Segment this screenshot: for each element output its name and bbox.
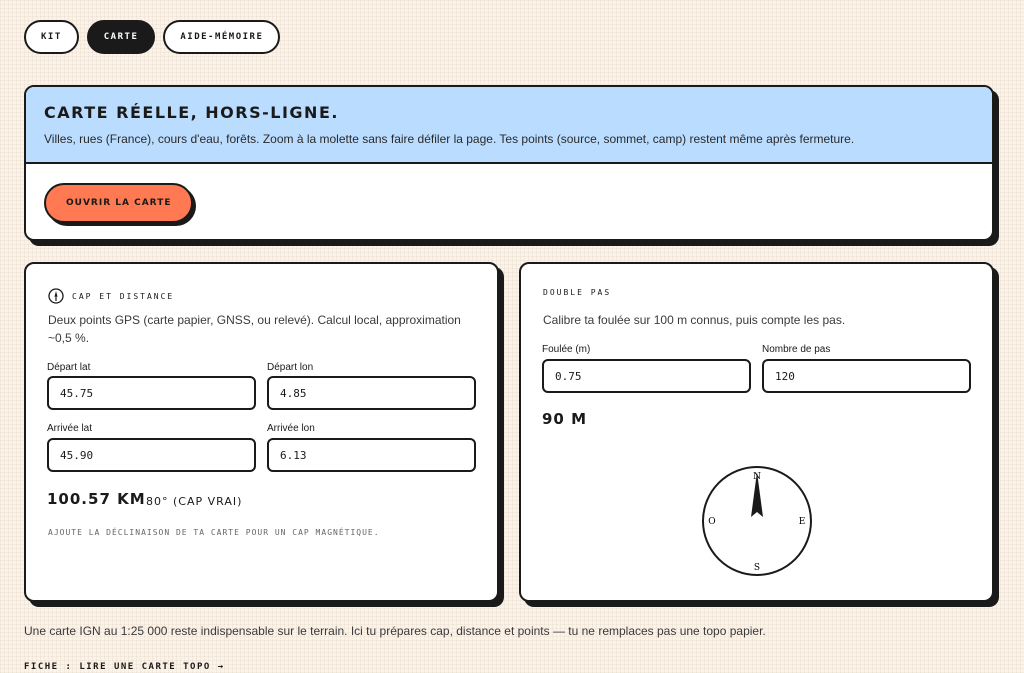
- pace-section-header: Double pas: [543, 288, 611, 297]
- start-lon-input[interactable]: 4.85: [267, 376, 476, 410]
- steps-input[interactable]: 120: [762, 359, 971, 393]
- map-card-description: Villes, rues (France), cours d'eau, forê…: [44, 132, 855, 146]
- end-lat-label: Arrivée lat: [47, 423, 93, 434]
- topo-guide-link[interactable]: Fiche : lire une carte topo →: [24, 662, 225, 672]
- pace-section-title: Double pas: [543, 288, 612, 297]
- bearing-result: 80° (cap vrai): [146, 495, 243, 508]
- steps-label: Nombre de pas: [762, 344, 831, 355]
- stride-label: Foulée (m): [542, 344, 591, 355]
- stride-input[interactable]: 0.75: [542, 359, 751, 393]
- declination-hint: Ajoute la déclinaison de ta carte pour u…: [48, 528, 380, 537]
- bearing-section-header: Cap et distance: [48, 288, 174, 304]
- start-lat-input[interactable]: 45.75: [47, 376, 256, 410]
- pace-count-card: Double pas Calibre ta foulée sur 100 m c…: [519, 262, 994, 602]
- compass-s: S: [754, 563, 760, 573]
- map-card-header: Carte réelle, hors-ligne. Villes, rues (…: [26, 87, 992, 164]
- compass-icon: [48, 288, 64, 304]
- compass-e: E: [799, 517, 806, 527]
- compass-dial: N E S O: [702, 466, 812, 576]
- map-card: Carte réelle, hors-ligne. Villes, rues (…: [24, 85, 994, 241]
- end-lon-input[interactable]: 6.13: [267, 438, 476, 472]
- map-card-title: Carte réelle, hors-ligne.: [44, 103, 339, 122]
- footer-note: Une carte IGN au 1:25 000 reste indispen…: [24, 624, 766, 638]
- compass-n: N: [753, 472, 761, 482]
- tab-kit[interactable]: Kit: [24, 20, 79, 54]
- pace-distance-result: 90 m: [542, 410, 588, 428]
- end-lon-label: Arrivée lon: [267, 423, 315, 434]
- end-lat-input[interactable]: 45.90: [47, 438, 256, 472]
- start-lon-label: Départ lon: [267, 362, 314, 373]
- start-lat-label: Départ lat: [47, 362, 91, 373]
- bearing-section-title: Cap et distance: [72, 291, 175, 301]
- pace-description: Calibre ta foulée sur 100 m connus, puis…: [543, 313, 846, 327]
- bearing-distance-card: Cap et distance Deux points GPS (carte p…: [24, 262, 499, 602]
- bearing-description: Deux points GPS (carte papier, GNSS, ou …: [48, 313, 461, 345]
- tab-aide-memoire[interactable]: Aide-mémoire: [163, 20, 281, 54]
- distance-result: 100.57 km: [47, 490, 146, 508]
- open-map-button[interactable]: Ouvrir la carte: [44, 183, 194, 223]
- compass-w: O: [708, 517, 715, 527]
- tab-carte[interactable]: Carte: [86, 20, 156, 54]
- tab-bar: Kit Carte Aide-mémoire: [24, 20, 281, 54]
